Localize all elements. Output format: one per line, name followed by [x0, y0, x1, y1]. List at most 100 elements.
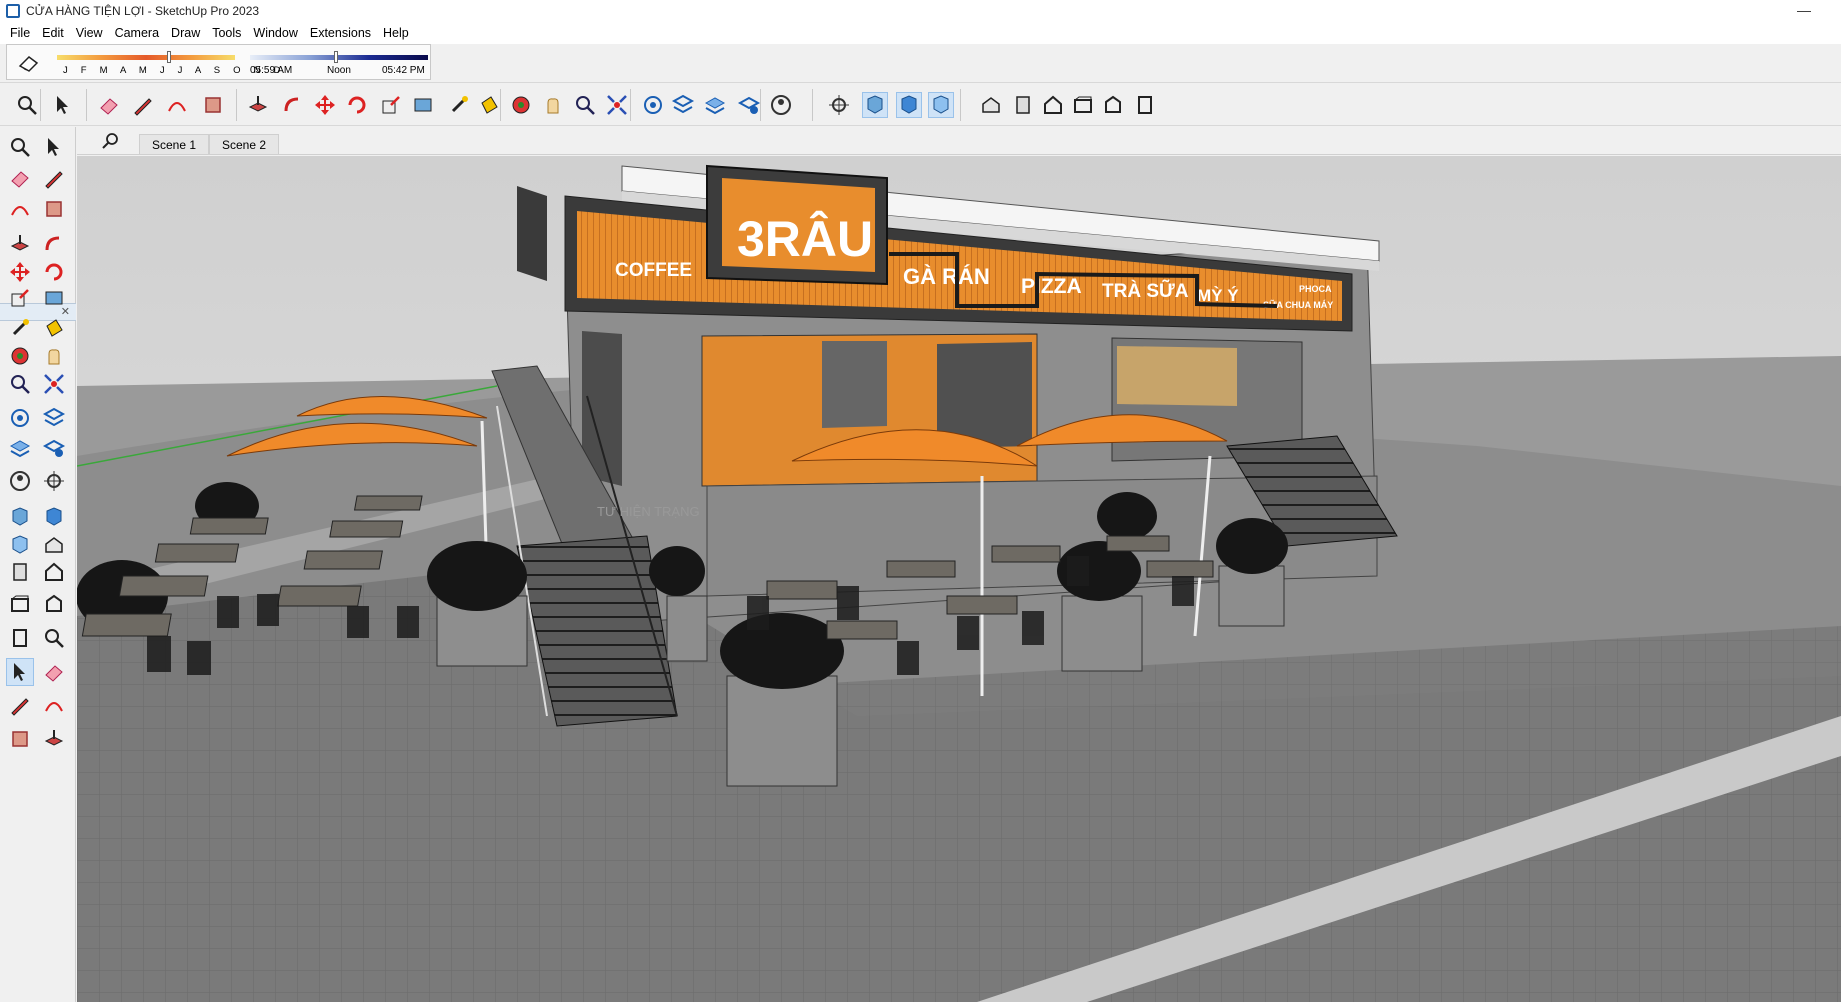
menu-help[interactable]: Help	[377, 26, 415, 40]
left-view-icon[interactable]	[1132, 92, 1158, 118]
look-around-icon[interactable]	[6, 658, 34, 686]
dimension-icon[interactable]	[40, 467, 68, 495]
3d-warehouse-icon[interactable]	[640, 92, 666, 118]
account-icon[interactable]	[768, 92, 794, 118]
arc-icon[interactable]	[164, 92, 190, 118]
offset-icon[interactable]	[40, 404, 68, 432]
extension-warehouse-icon[interactable]	[670, 92, 696, 118]
sign-item-ga-ran: GÀ RÁN	[903, 264, 990, 289]
right-view-icon[interactable]	[1070, 92, 1096, 118]
sign-logo: 3RÂU	[737, 211, 873, 267]
offset-icon[interactable]	[410, 92, 436, 118]
layout-icon[interactable]	[702, 92, 728, 118]
month-slider[interactable]	[57, 55, 235, 60]
push-pull-icon[interactable]	[40, 342, 68, 370]
paint-bucket-icon[interactable]	[6, 164, 34, 192]
month-slider-thumb[interactable]	[167, 51, 172, 63]
minimize-button[interactable]: —	[1797, 2, 1811, 18]
rotated-rectangle-icon[interactable]	[40, 258, 68, 286]
model-viewport[interactable]: 3RÂU COFFEE GÀ RÁN PIZZA TRÀ SỮA MỲ Ý PH…	[77, 156, 1841, 1002]
zoom-window-icon[interactable]	[40, 590, 68, 618]
freehand-icon[interactable]	[40, 230, 68, 258]
component-icon[interactable]	[6, 195, 34, 223]
search-icon[interactable]	[101, 131, 121, 151]
menu-draw[interactable]: Draw	[165, 26, 206, 40]
pencil-icon[interactable]	[130, 92, 156, 118]
menu-tools[interactable]: Tools	[206, 26, 247, 40]
extension-manager-icon[interactable]	[40, 725, 68, 753]
3d-text-icon[interactable]	[40, 434, 68, 462]
3-point-arc-icon[interactable]	[6, 314, 34, 342]
move-icon[interactable]	[6, 342, 34, 370]
front-view-icon[interactable]	[1040, 92, 1066, 118]
position-camera-icon[interactable]	[6, 531, 34, 559]
shadow-toggle-icon[interactable]	[17, 53, 41, 73]
menu-view[interactable]: View	[70, 26, 109, 40]
rotate-icon[interactable]	[344, 92, 370, 118]
rectangle-icon[interactable]	[200, 92, 226, 118]
zoom-icon[interactable]	[6, 590, 34, 618]
extension-manager-icon[interactable]	[736, 92, 762, 118]
top-view-icon[interactable]	[1010, 92, 1036, 118]
section-plane-icon[interactable]	[826, 92, 852, 118]
scale-icon[interactable]	[6, 404, 34, 432]
tab-scene-1[interactable]: Scene 1	[139, 134, 210, 154]
orbit-icon[interactable]	[508, 92, 534, 118]
scale-icon[interactable]	[378, 92, 404, 118]
display-section-planes-icon[interactable]	[862, 92, 888, 118]
protractor-icon[interactable]	[6, 503, 34, 531]
display-section-fill-icon[interactable]	[928, 92, 954, 118]
time-slider[interactable]	[250, 55, 428, 60]
layout-icon[interactable]	[6, 725, 34, 753]
large-tool-set: ✕	[0, 127, 76, 1002]
rotate-icon[interactable]	[6, 370, 34, 398]
menu-extensions[interactable]: Extensions	[304, 26, 377, 40]
push-pull-icon[interactable]	[245, 92, 271, 118]
warehouse-icon[interactable]	[6, 691, 34, 719]
pan-icon[interactable]	[540, 92, 566, 118]
time-noon-label: Noon	[327, 65, 351, 76]
display-section-cuts-icon[interactable]	[896, 92, 922, 118]
orbit-icon-2[interactable]	[6, 558, 34, 586]
iso-view-icon[interactable]	[978, 92, 1004, 118]
extension-warehouse-icon[interactable]	[40, 691, 68, 719]
2-point-arc-icon[interactable]	[40, 284, 68, 312]
zoom-window-icon[interactable]	[572, 92, 598, 118]
menu-file[interactable]: File	[4, 26, 36, 40]
select-icon[interactable]	[6, 133, 34, 161]
window-title: CỬA HÀNG TIỆN LỢI - SketchUp Pro 2023	[26, 4, 260, 18]
menu-window[interactable]: Window	[247, 26, 303, 40]
zoom-extents-icon[interactable]	[604, 92, 630, 118]
follow-me-icon[interactable]	[280, 92, 306, 118]
menu-camera[interactable]: Camera	[109, 26, 165, 40]
menu-edit[interactable]: Edit	[36, 26, 70, 40]
orbit-icon[interactable]	[40, 133, 68, 161]
tape-icon[interactable]	[6, 467, 34, 495]
follow-me-icon[interactable]	[40, 370, 68, 398]
select-icon[interactable]	[50, 92, 76, 118]
line-icon[interactable]	[6, 230, 34, 258]
previous-icon[interactable]	[40, 624, 68, 652]
toolbar-separator	[40, 89, 41, 121]
time-slider-thumb[interactable]	[333, 51, 338, 63]
zoom-icon[interactable]	[14, 92, 40, 118]
eraser-icon[interactable]	[40, 164, 68, 192]
pie-icon[interactable]	[40, 314, 68, 342]
move-icon[interactable]	[312, 92, 338, 118]
walk-icon[interactable]	[40, 531, 68, 559]
tape-measure-icon[interactable]	[446, 92, 472, 118]
scene-tabs-bar: Scene 1 Scene 2	[77, 127, 1841, 155]
tape-measure-icon[interactable]	[40, 195, 68, 223]
eraser-icon[interactable]	[96, 92, 122, 118]
arc-icon[interactable]	[6, 284, 34, 312]
text-icon[interactable]	[40, 503, 68, 531]
axes-icon[interactable]	[6, 434, 34, 462]
toolbar-separator	[960, 89, 961, 121]
rectangle-icon[interactable]	[6, 258, 34, 286]
paint-bucket-icon[interactable]	[476, 92, 502, 118]
pan-icon[interactable]	[40, 558, 68, 586]
zoom-extents-icon[interactable]	[6, 624, 34, 652]
back-view-icon[interactable]	[1100, 92, 1126, 118]
section-plane-icon[interactable]	[40, 658, 68, 686]
tab-scene-2[interactable]: Scene 2	[209, 134, 280, 154]
